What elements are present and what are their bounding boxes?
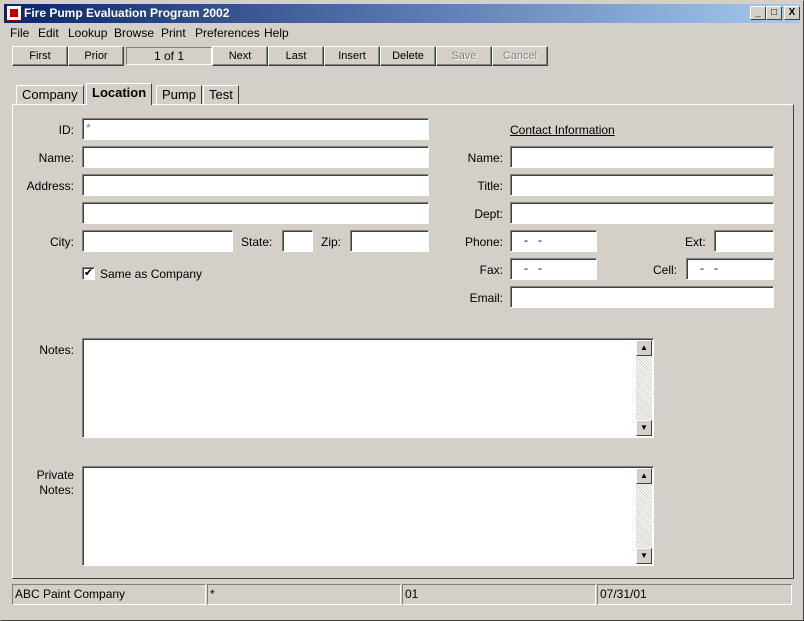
city-label: City: <box>50 235 74 249</box>
close-button[interactable]: X <box>784 6 800 20</box>
app-window: Fire Pump Evaluation Program 2002 _ □ X … <box>0 0 804 621</box>
contact-email-label: Email: <box>469 291 503 305</box>
notes-label: Notes: <box>39 343 74 357</box>
id-field[interactable]: * <box>82 118 429 140</box>
contact-dept-field[interactable] <box>510 202 774 224</box>
contact-phone-field[interactable]: - - <box>510 230 597 252</box>
same-as-company-checkbox[interactable]: ✔ <box>82 267 95 280</box>
state-label: State: <box>241 235 273 249</box>
city-field[interactable] <box>82 230 233 252</box>
window-title: Fire Pump Evaluation Program 2002 <box>24 6 230 20</box>
contact-cell-label: Cell: <box>653 263 678 277</box>
scroll-up-icon[interactable]: ▲ <box>636 340 652 356</box>
notes-scrollbar[interactable]: ▲ ▼ <box>636 340 652 436</box>
scroll-down-icon[interactable]: ▼ <box>636 548 652 564</box>
menu-bar: File Edit Lookup Browse Print Preference… <box>4 24 800 43</box>
address-line2-field[interactable] <box>82 202 429 224</box>
contact-title-label: Title: <box>477 179 503 193</box>
next-button[interactable]: Next <box>212 46 268 66</box>
tab-company[interactable]: Company <box>16 85 84 105</box>
cancel-button[interactable]: Cancel <box>492 46 548 66</box>
tab-location[interactable]: Location <box>86 83 153 105</box>
menu-preferences[interactable]: Preferences <box>195 26 260 40</box>
name-label: Name: <box>38 151 74 165</box>
contact-fax-field[interactable]: - - <box>510 258 597 280</box>
scroll-down-icon[interactable]: ▼ <box>636 420 652 436</box>
name-field[interactable] <box>82 146 429 168</box>
private-notes-label-line1: Private <box>36 468 74 482</box>
status-id: * <box>207 584 401 605</box>
private-notes-label-line2: Notes: <box>39 483 74 497</box>
private-notes-textarea[interactable]: ▲ ▼ <box>82 466 654 566</box>
id-label: ID: <box>58 123 74 137</box>
status-date: 07/31/01 <box>597 584 792 605</box>
record-indicator: 1 of 1 <box>126 47 212 65</box>
contact-heading: Contact Information <box>510 123 615 137</box>
minimize-button[interactable]: _ <box>750 6 766 20</box>
address-label: Address: <box>26 179 74 193</box>
status-company: ABC Paint Company <box>12 584 206 605</box>
contact-name-label: Name: <box>467 151 503 165</box>
app-icon <box>6 5 22 21</box>
first-button[interactable]: First <box>12 46 68 66</box>
contact-phone-label: Phone: <box>464 235 503 249</box>
tab-pump[interactable]: Pump <box>156 85 202 105</box>
prior-button[interactable]: Prior <box>68 46 124 66</box>
scroll-up-icon[interactable]: ▲ <box>636 468 652 484</box>
private-notes-scrollbar[interactable]: ▲ ▼ <box>636 468 652 564</box>
contact-ext-field[interactable] <box>714 230 774 252</box>
title-bar: Fire Pump Evaluation Program 2002 _ □ X <box>4 4 800 23</box>
menu-lookup[interactable]: Lookup <box>68 26 107 40</box>
contact-title-field[interactable] <box>510 174 774 196</box>
contact-fax-label: Fax: <box>479 263 503 277</box>
state-field[interactable] <box>282 230 313 252</box>
contact-dept-label: Dept: <box>474 207 503 221</box>
insert-button[interactable]: Insert <box>324 46 380 66</box>
status-code: 01 <box>402 584 596 605</box>
menu-file[interactable]: File <box>10 26 29 40</box>
contact-email-field[interactable] <box>510 286 774 308</box>
save-button[interactable]: Save <box>436 46 492 66</box>
maximize-button[interactable]: □ <box>766 6 782 20</box>
zip-field[interactable] <box>350 230 429 252</box>
zip-label: Zip: <box>321 235 342 249</box>
notes-textarea[interactable]: ▲ ▼ <box>82 338 654 438</box>
menu-edit[interactable]: Edit <box>38 26 59 40</box>
menu-print[interactable]: Print <box>161 26 186 40</box>
menu-help[interactable]: Help <box>264 26 289 40</box>
same-as-company-label: Same as Company <box>100 267 203 281</box>
menu-browse[interactable]: Browse <box>114 26 154 40</box>
contact-name-field[interactable] <box>510 146 774 168</box>
address-line1-field[interactable] <box>82 174 429 196</box>
contact-cell-field[interactable]: - - <box>686 258 774 280</box>
delete-button[interactable]: Delete <box>380 46 436 66</box>
contact-ext-label: Ext: <box>685 235 706 249</box>
last-button[interactable]: Last <box>268 46 324 66</box>
tab-test[interactable]: Test <box>203 85 239 105</box>
